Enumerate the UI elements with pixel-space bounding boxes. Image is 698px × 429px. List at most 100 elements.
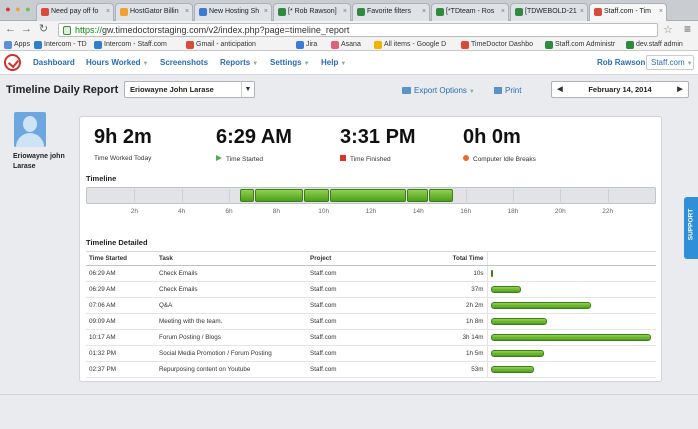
bookmark-label: Gmail - anticipation xyxy=(196,41,256,48)
table-row[interactable]: 06:29 AM Check Emails Staff.com 10s xyxy=(86,265,656,282)
report-header: Timeline Daily Report Eriowayne John Lar… xyxy=(0,76,698,106)
timeline-segment[interactable] xyxy=(330,189,407,202)
nav-dashboard[interactable]: Dashboard xyxy=(33,58,75,67)
table-row[interactable]: 10:17 AM Forum Posting / Blogs Staff.com 3h… xyxy=(86,329,656,346)
bookmark-favicon-icon xyxy=(626,41,634,49)
timeline-segment[interactable] xyxy=(303,189,330,202)
nav-settings[interactable]: Settings ▼ xyxy=(270,58,310,67)
bookmark-item[interactable]: dev.staff admin xyxy=(626,40,683,50)
chevron-down-icon: ▼ xyxy=(340,61,347,67)
print-button[interactable]: Print xyxy=(494,86,521,95)
cell-time-started: 07:06 AM xyxy=(86,297,156,314)
cell-project: Staff.com xyxy=(307,345,395,362)
browser-menu-icon[interactable]: ≡ xyxy=(684,22,691,36)
browser-window: { "tabs": [ {"label": "Need pay off fo",… xyxy=(0,0,698,429)
bookmark-item[interactable]: Intercom - TD xyxy=(34,40,87,50)
close-window-icon[interactable]: ● xyxy=(3,4,13,14)
print-icon xyxy=(494,87,502,94)
close-tab-icon[interactable]: × xyxy=(659,4,663,20)
bookmark-label: dev.staff admin xyxy=(636,41,683,48)
duration-bar xyxy=(490,270,493,277)
close-tab-icon[interactable]: × xyxy=(343,4,347,20)
user-select-value: Eriowayne John Larase xyxy=(130,85,214,94)
browser-tab[interactable]: [* Rob Rawson] × xyxy=(273,3,351,21)
browser-tab[interactable]: [*TDteam - Ros × xyxy=(431,3,509,21)
bookmark-item[interactable]: Staff.com Administr xyxy=(545,40,615,50)
cell-project: Staff.com xyxy=(307,281,395,298)
bookmark-favicon-icon xyxy=(94,41,102,49)
timeline-segment[interactable] xyxy=(407,189,428,202)
reload-icon[interactable]: ↻ xyxy=(37,23,50,36)
cell-task: Check Emails xyxy=(156,281,307,298)
cell-duration-bar xyxy=(486,345,656,362)
col-task: Task xyxy=(156,251,307,266)
browser-tab[interactable]: HostGator Billin × xyxy=(115,3,193,21)
browser-tab[interactable]: Staff.com - Tim × xyxy=(589,3,667,21)
nav-screenshots[interactable]: Screenshots xyxy=(160,58,208,67)
bookmark-label: TimeDoctor Dashbo xyxy=(471,41,533,48)
bookmark-item[interactable]: Gmail - anticipation xyxy=(186,40,256,50)
user-select[interactable]: Eriowayne John Larase ▼ xyxy=(124,81,255,98)
bookmark-item[interactable]: All items - Google D xyxy=(374,40,446,50)
table-row[interactable]: 06:29 AM Check Emails Staff.com 37m xyxy=(86,281,656,298)
cell-task: Check Emails xyxy=(156,265,307,282)
timeline-segment[interactable] xyxy=(240,189,255,202)
forward-arrow-icon[interactable]: → xyxy=(20,23,33,36)
bookmark-item[interactable]: Jira xyxy=(296,40,317,50)
table-row[interactable]: 02:37 PM Repurposing content on Youtube St… xyxy=(86,361,656,378)
close-tab-icon[interactable]: × xyxy=(106,4,110,20)
bookmark-label: Intercom - Staff.com xyxy=(104,41,167,48)
timeline-tick-label: 20h xyxy=(554,208,566,215)
close-tab-icon[interactable]: × xyxy=(422,4,426,20)
table-row[interactable]: 01:32 PM Social Media Promotion / Forum P… xyxy=(86,345,656,362)
export-options-button[interactable]: Export Options ▼ xyxy=(402,86,475,95)
url-input[interactable]: https://gw.timedoctorstaging.com/v2/inde… xyxy=(58,23,658,37)
maximize-window-icon[interactable]: ● xyxy=(23,4,33,14)
stat-label-row: Computer Idle Breaks xyxy=(463,155,536,163)
browser-tab[interactable]: Favorite filters × xyxy=(352,3,430,21)
cell-time-started: 06:29 AM xyxy=(86,265,156,282)
table-row[interactable]: 07:06 AM Q&A Staff.com 2h 2m xyxy=(86,297,656,314)
nav-hours-worked[interactable]: Hours Worked ▼ xyxy=(86,58,148,67)
browser-tab[interactable]: Need pay off fo × xyxy=(36,3,114,21)
table-row[interactable]: 09:09 AM Meeting with the team. Staff.com 1… xyxy=(86,313,656,330)
cell-task: Social Media Promotion / Forum Posting xyxy=(156,345,307,362)
time-doctor-logo-icon[interactable] xyxy=(4,54,21,71)
close-tab-icon[interactable]: × xyxy=(501,4,505,20)
bookmark-item[interactable]: TimeDoctor Dashbo xyxy=(461,40,533,50)
page-divider xyxy=(0,394,698,395)
bookmark-item[interactable]: Asana xyxy=(331,40,361,50)
timeline-track[interactable] xyxy=(86,187,656,204)
timeline-segment[interactable] xyxy=(255,189,303,202)
stat-idle-breaks: 0h 0m Computer Idle Breaks xyxy=(463,126,536,163)
cell-duration-bar xyxy=(486,297,656,314)
previous-day-icon[interactable]: ◀ xyxy=(554,82,566,97)
chevron-down-icon: ▼ xyxy=(241,82,254,97)
browser-tab[interactable]: [TDWEBOLD-21 × xyxy=(510,3,588,21)
date-picker[interactable]: ◀ February 14, 2014 ▶ xyxy=(551,81,689,98)
close-tab-icon[interactable]: × xyxy=(580,4,584,20)
browser-tab[interactable]: New Hosting Sh × xyxy=(194,3,272,21)
duration-bar xyxy=(490,350,544,357)
minimize-window-icon[interactable]: ● xyxy=(13,4,23,14)
cell-total-time: 1h 5m xyxy=(395,345,487,362)
next-day-icon[interactable]: ▶ xyxy=(674,82,686,97)
org-switcher-button[interactable]: Staff.com ▼ xyxy=(646,55,694,70)
nav-help[interactable]: Help ▼ xyxy=(321,58,346,67)
cell-project: Staff.com xyxy=(307,361,395,378)
bookmark-item[interactable]: Apps xyxy=(4,40,30,50)
timeline-segment[interactable] xyxy=(428,189,454,202)
nav-help-label: Help xyxy=(321,58,339,67)
close-tab-icon[interactable]: × xyxy=(185,4,189,20)
timeline-gridline xyxy=(134,189,136,202)
bookmark-star-icon[interactable]: ☆ xyxy=(663,23,673,36)
tab-favicon-icon xyxy=(357,8,365,16)
tab-label: HostGator Billin xyxy=(130,8,179,15)
user-menu[interactable]: Rob Rawson xyxy=(597,58,645,67)
cell-task: Repurposing content on Youtube xyxy=(156,361,307,378)
close-tab-icon[interactable]: × xyxy=(264,4,268,20)
nav-reports[interactable]: Reports ▼ xyxy=(220,58,258,67)
support-tab[interactable]: SUPPORT xyxy=(684,197,698,259)
back-arrow-icon[interactable]: ← xyxy=(4,23,17,36)
bookmark-item[interactable]: Intercom - Staff.com xyxy=(94,40,167,50)
